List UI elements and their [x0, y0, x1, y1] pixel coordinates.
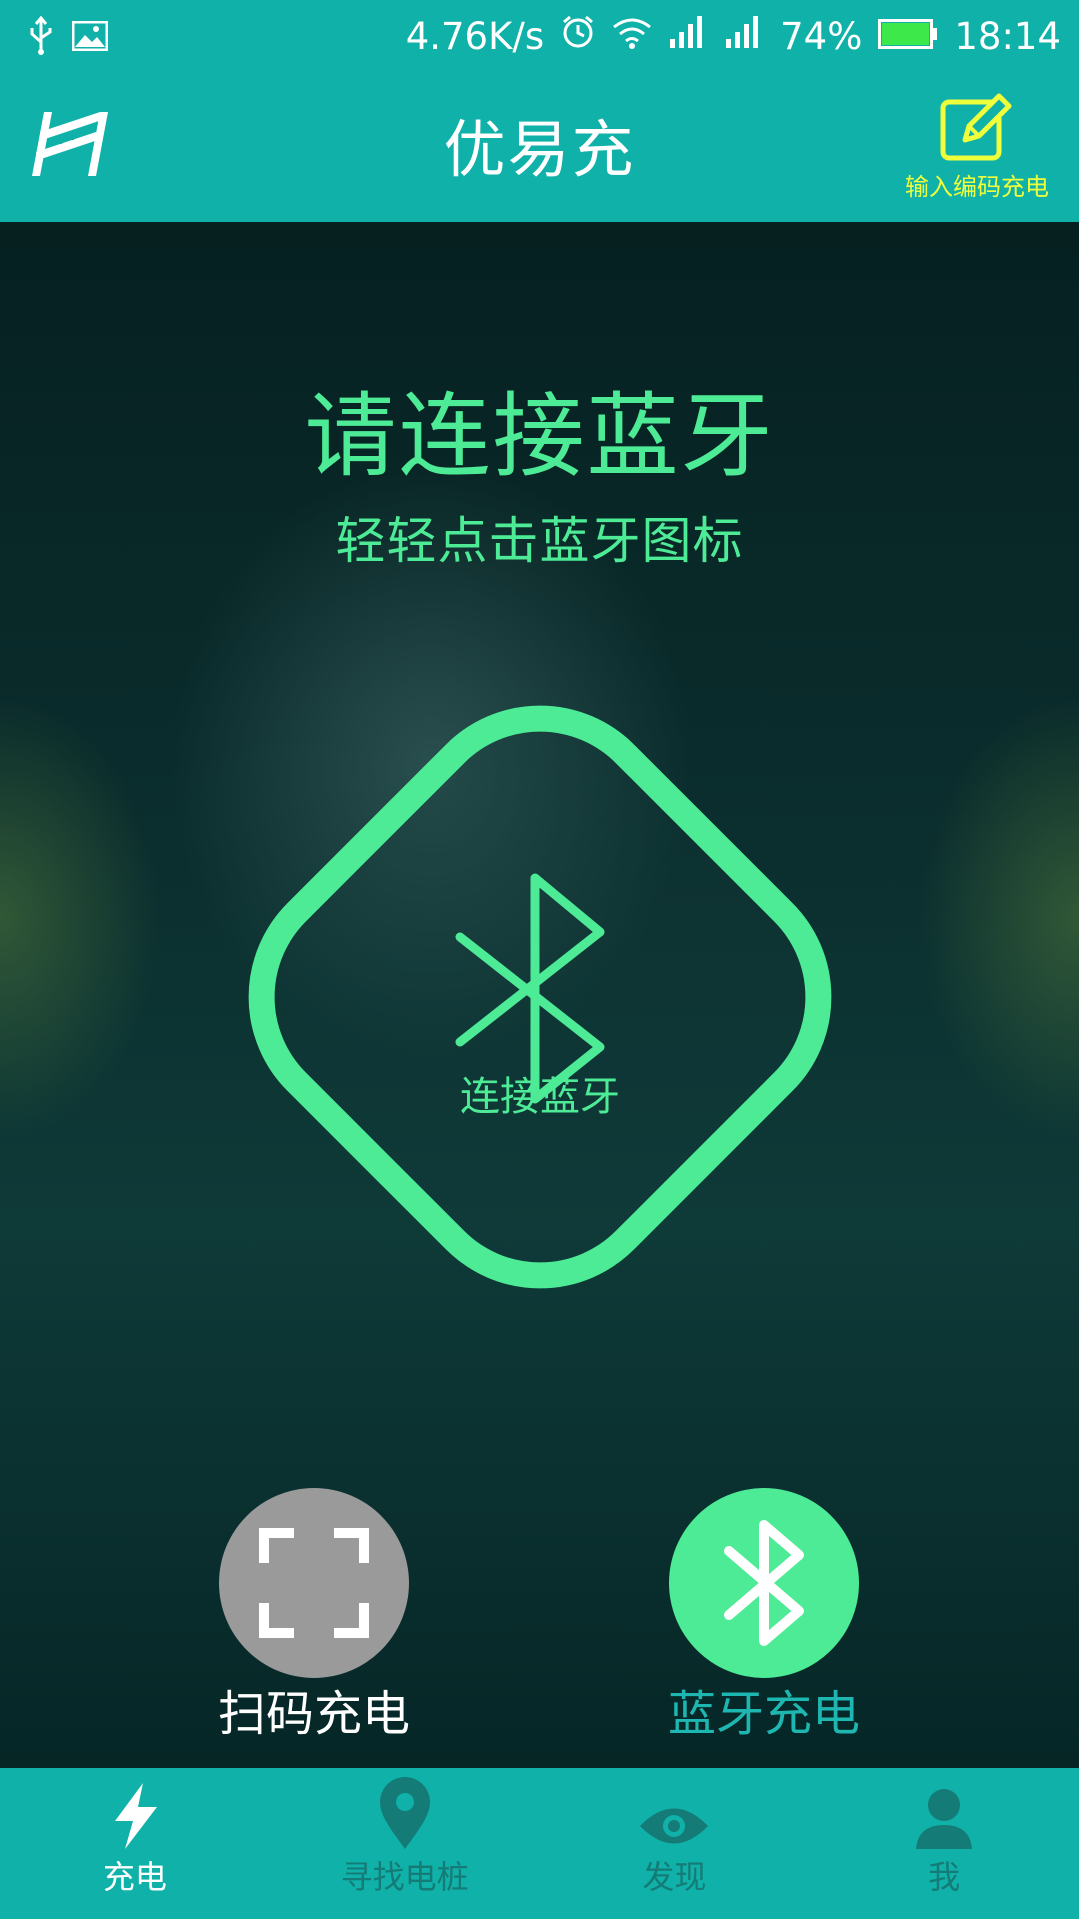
- nav-item-find-station[interactable]: 寻找电桩: [270, 1768, 540, 1919]
- input-code-charge-label: 输入编码充电: [905, 173, 1049, 201]
- edit-icon: [939, 92, 1015, 168]
- nav-label-find-station: 寻找电桩: [340, 1858, 469, 1896]
- wifi-icon: [612, 15, 652, 59]
- bluetooth-icon: [669, 1488, 859, 1678]
- scan-icon: [219, 1488, 409, 1678]
- status-left-icons: [28, 15, 109, 60]
- image-icon: [71, 20, 109, 55]
- main-content: 请连接蓝牙 轻轻点击蓝牙图标 连接蓝牙 扫码充电 蓝牙充电: [0, 222, 1079, 1768]
- battery-icon: [878, 15, 938, 59]
- nav-label-charge: 充电: [102, 1858, 167, 1896]
- tap-bluetooth-hint: 轻轻点击蓝牙图标: [335, 512, 744, 570]
- connect-bluetooth-headline: 请连接蓝牙: [304, 383, 775, 490]
- nav-label-me: 我: [928, 1858, 961, 1896]
- usb-icon: [28, 15, 54, 60]
- scan-code-charge-label: 扫码充电: [217, 1686, 410, 1742]
- connect-bluetooth-label: 连接蓝牙: [460, 1074, 620, 1120]
- signal-icon-2: [724, 15, 764, 59]
- net-speed: 4.76K/s: [405, 15, 545, 58]
- bluetooth-charge-label: 蓝牙充电: [667, 1686, 860, 1742]
- map-pin-icon: [377, 1775, 433, 1855]
- nav-label-discover: 发现: [642, 1858, 707, 1896]
- battery-percent: 74%: [780, 15, 863, 58]
- bottom-nav: 充电 寻找电桩 发现 我: [0, 1768, 1079, 1919]
- nav-item-charge[interactable]: 充电: [0, 1768, 270, 1919]
- eye-icon: [638, 1801, 710, 1855]
- scan-code-charge-button[interactable]: 扫码充电: [214, 1488, 414, 1744]
- connect-bluetooth-button[interactable]: 连接蓝牙: [195, 652, 885, 1342]
- alarm-icon: [560, 14, 596, 60]
- bluetooth-diamond-icon: [248, 705, 832, 1289]
- bluetooth-charge-button[interactable]: 蓝牙充电: [664, 1488, 864, 1744]
- app-bar: 优易充 输入编码充电: [0, 74, 1079, 222]
- nav-item-me[interactable]: 我: [809, 1768, 1079, 1919]
- person-icon: [914, 1785, 974, 1855]
- nav-item-discover[interactable]: 发现: [540, 1768, 810, 1919]
- signal-icon-1: [668, 15, 708, 59]
- lightning-icon: [105, 1781, 165, 1855]
- status-bar: 4.76K/s 74% 18:14: [0, 0, 1079, 74]
- clock-time: 18:14: [954, 15, 1061, 58]
- input-code-charge-button[interactable]: 输入编码充电: [897, 92, 1057, 204]
- status-right-icons: 4.76K/s 74% 18:14: [406, 14, 1061, 60]
